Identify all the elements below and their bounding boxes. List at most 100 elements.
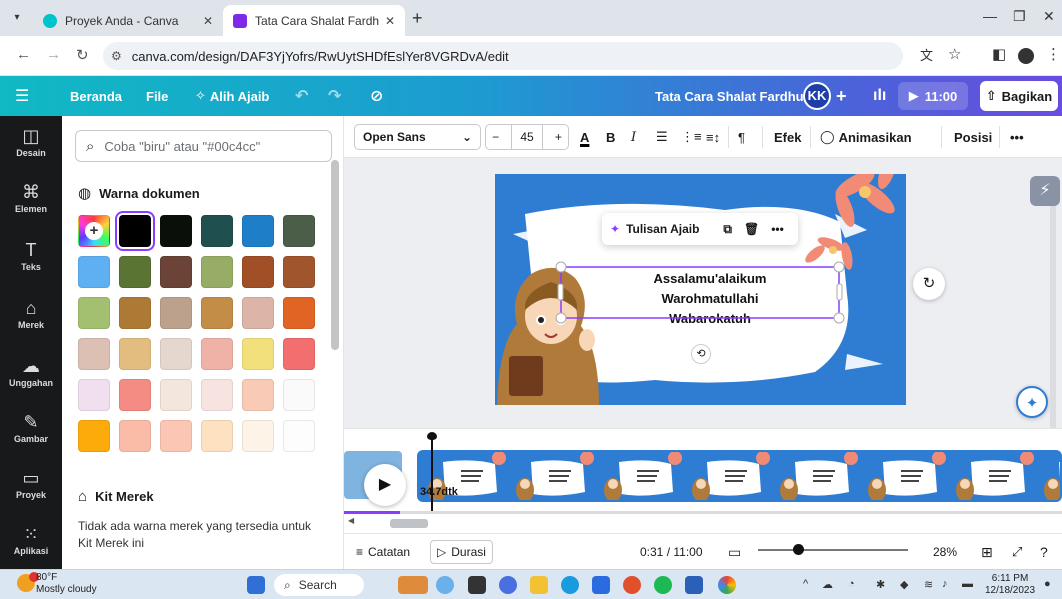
monitor-icon[interactable]: ▭ — [728, 534, 741, 570]
color-swatch[interactable] — [119, 420, 151, 452]
start-icon[interactable] — [247, 576, 265, 594]
menu-icon[interactable]: ☰ — [15, 76, 29, 116]
sidepanel-icon[interactable]: ◧ — [992, 45, 1006, 63]
comment-add-icon[interactable]: ↻ — [913, 268, 945, 300]
color-swatch[interactable] — [283, 338, 315, 370]
color-swatch[interactable] — [78, 379, 110, 411]
restore-icon[interactable]: ❐ — [1013, 8, 1026, 25]
store-icon[interactable] — [592, 576, 610, 594]
color-swatch[interactable] — [119, 297, 151, 329]
meet-icon[interactable] — [499, 576, 517, 594]
rotate-icon[interactable]: ⟲ — [691, 344, 711, 364]
color-swatch[interactable] — [242, 420, 274, 452]
profile-avatar[interactable] — [1018, 48, 1034, 64]
slide-canvas[interactable]: Assalamu'alaikum Warohmatullahi Wabaroka… — [495, 174, 906, 405]
align-center-icon[interactable]: ☰ — [656, 124, 668, 150]
chat-icon[interactable] — [436, 576, 454, 594]
color-swatch[interactable] — [78, 420, 110, 452]
rail-item-projects[interactable]: ▭ Proyek — [0, 468, 62, 500]
battery-icon[interactable]: ▬ — [962, 578, 973, 590]
tab-close-icon[interactable]: ✕ — [385, 14, 395, 28]
magic-media-icon[interactable]: ⚡ — [1030, 176, 1060, 206]
more-icon[interactable]: ••• — [771, 222, 784, 236]
italic-icon[interactable]: I — [631, 124, 636, 150]
tray-app-icon[interactable]: ☁ — [822, 578, 833, 591]
color-swatch[interactable] — [160, 338, 192, 370]
reload-icon[interactable]: ↻ — [76, 46, 89, 64]
color-swatch[interactable] — [78, 297, 110, 329]
zoom-percent[interactable]: 28% — [933, 534, 957, 570]
increase-size-button[interactable]: + — [555, 130, 562, 144]
rail-item-apps[interactable]: ⁙ Aplikasi — [0, 524, 62, 556]
font-family-select[interactable]: Open Sans ⌄ — [354, 124, 481, 150]
widgets-icon[interactable] — [398, 576, 428, 594]
tray-overflow-icon[interactable]: ^ — [803, 578, 808, 590]
document-title[interactable]: Tata Cara Shalat Fardhu — [655, 76, 804, 116]
minimize-icon[interactable]: — — [983, 8, 997, 24]
duplicate-icon[interactable]: ⧉ — [723, 222, 732, 237]
rail-item-uploads[interactable]: ☁ Unggahan — [0, 356, 62, 388]
color-swatch[interactable] — [201, 338, 233, 370]
color-swatch[interactable] — [160, 420, 192, 452]
color-swatch[interactable] — [201, 256, 233, 288]
rail-item-draw[interactable]: ✎ Gambar — [0, 412, 62, 444]
notifications-icon[interactable]: ● — [1044, 578, 1051, 590]
playhead-handle[interactable] — [427, 432, 437, 440]
color-swatch[interactable] — [242, 338, 274, 370]
task-view-icon[interactable] — [468, 576, 486, 594]
color-swatch[interactable] — [160, 256, 192, 288]
present-button[interactable]: ▶ 11:00 — [898, 82, 968, 110]
site-settings-icon[interactable]: ⚙ — [111, 49, 122, 63]
color-swatch[interactable] — [160, 215, 192, 247]
notes-button[interactable]: ≡ Catatan — [356, 534, 410, 570]
fullscreen-icon[interactable]: ⤢ — [1012, 534, 1022, 570]
color-swatch[interactable] — [119, 256, 151, 288]
workspace-scrollbar[interactable] — [1050, 204, 1056, 444]
redo-icon[interactable]: ↷ — [328, 76, 341, 116]
spotify-icon[interactable] — [654, 576, 672, 594]
tab-search-icon[interactable]: ▾ — [9, 10, 25, 26]
spacing-icon[interactable]: ≡↕ — [706, 124, 720, 150]
insights-icon[interactable]: ılı — [873, 76, 886, 116]
zoom-slider-knob[interactable] — [793, 544, 804, 555]
volume-icon[interactable]: ♪ — [942, 578, 948, 590]
paragraph-icon[interactable]: ¶ — [738, 124, 745, 150]
add-collaborator-button[interactable]: + — [836, 76, 847, 116]
color-swatch[interactable] — [283, 256, 315, 288]
font-size-value[interactable]: 45 — [511, 125, 543, 149]
rail-item-design[interactable]: ◫ Desain — [0, 126, 62, 158]
color-swatch[interactable] — [160, 379, 192, 411]
undo-icon[interactable]: ↶ — [295, 76, 308, 116]
cloud-saved-icon[interactable]: ⊘ — [370, 76, 383, 116]
tray-security-icon[interactable]: ◆ — [900, 578, 908, 591]
animate-button[interactable]: ◯ Animasikan — [820, 124, 912, 150]
translate-icon[interactable]: 文 — [920, 45, 933, 64]
help-icon[interactable]: ? — [1040, 534, 1048, 570]
add-color-button[interactable]: + — [78, 215, 110, 247]
home-button[interactable]: Beranda — [70, 76, 122, 116]
magic-assistant-icon[interactable]: ✦ — [1016, 386, 1048, 418]
file-menu-button[interactable]: File — [146, 76, 168, 116]
color-swatch[interactable] — [119, 379, 151, 411]
font-size-stepper[interactable]: − 45 + — [485, 124, 569, 150]
tray-sync-icon[interactable]: ◔ — [848, 578, 855, 590]
wifi-icon[interactable]: ≋ — [924, 578, 933, 591]
color-swatch[interactable] — [242, 256, 274, 288]
color-swatch[interactable] — [78, 338, 110, 370]
timeline-play-button[interactable]: ▶ — [364, 464, 406, 506]
duration-button[interactable]: ▷ Durasi — [430, 540, 493, 564]
decrease-size-button[interactable]: − — [492, 130, 499, 144]
word-icon[interactable] — [685, 576, 703, 594]
color-swatch[interactable] — [115, 211, 155, 251]
forward-icon[interactable]: → — [46, 46, 61, 63]
color-swatch[interactable] — [201, 215, 233, 247]
bold-icon[interactable]: B — [606, 124, 615, 150]
text-color-icon[interactable]: A — [580, 124, 589, 150]
color-swatch[interactable] — [283, 297, 315, 329]
browser-tab-active[interactable]: Tata Cara Shalat Fardhu - Video ✕ — [223, 5, 405, 36]
color-swatch[interactable] — [119, 338, 151, 370]
color-swatch[interactable] — [242, 297, 274, 329]
tab-close-icon[interactable]: ✕ — [203, 14, 213, 28]
color-swatch[interactable] — [201, 379, 233, 411]
color-swatch[interactable] — [283, 420, 315, 452]
